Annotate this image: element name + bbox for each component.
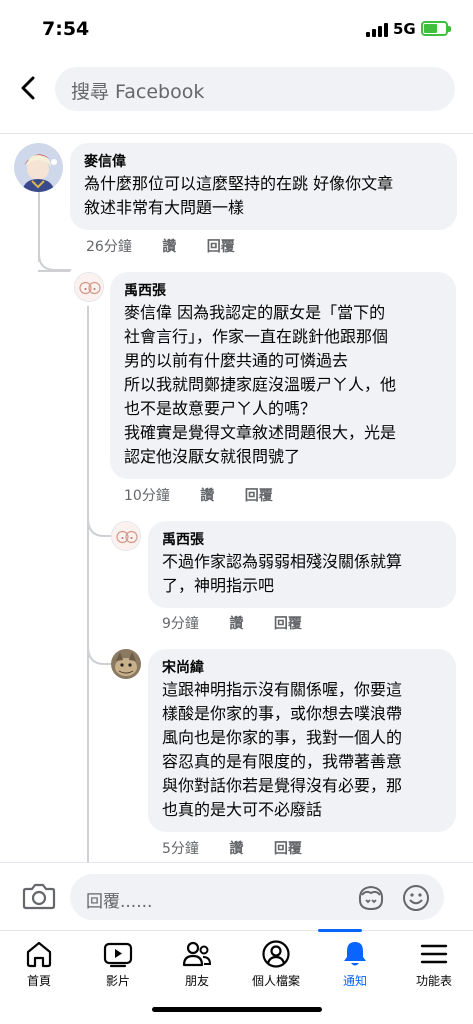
reply-placeholder: 回覆...... xyxy=(86,892,153,912)
emoji-button[interactable] xyxy=(401,883,431,913)
bell-icon xyxy=(344,942,366,966)
nav-label: 個人檔案 xyxy=(251,974,300,988)
comment-meta: 10分鐘 讚 回覆 xyxy=(124,485,299,505)
comment-time: 10分鐘 xyxy=(124,488,170,504)
friends-icon xyxy=(182,941,212,967)
reply-button[interactable]: 回覆 xyxy=(245,488,273,504)
like-button[interactable]: 讚 xyxy=(229,616,243,632)
comment-meta: 5分鐘 讚 回覆 xyxy=(162,838,328,858)
search-placeholder: 搜尋 Facebook xyxy=(71,81,205,103)
comment-author[interactable]: 麥信偉 xyxy=(84,152,443,172)
avatar-sticker-icon xyxy=(358,885,384,911)
nav-label: 影片 xyxy=(105,974,130,988)
smiley-icon xyxy=(403,885,429,911)
home-indicator[interactable] xyxy=(152,1007,322,1012)
comment-text: 這跟神明指示沒有關係喔，你要這 樣酸是你家的事，或你想去噗浪帶 風向也是你家的事… xyxy=(162,680,403,819)
comment-author[interactable]: 禹西張 xyxy=(124,281,442,301)
search-header: 搜尋 Facebook xyxy=(0,58,473,120)
comment-bubble[interactable]: 宋尚緯 這跟神明指示沒有關係喔，你要這 樣酸是你家的事，或你想去噗浪帶 風向也是… xyxy=(148,649,456,832)
status-bar: 7:54 5G xyxy=(0,0,473,58)
divider xyxy=(0,133,473,134)
like-button[interactable]: 讚 xyxy=(229,841,243,857)
avatar[interactable] xyxy=(111,521,141,551)
reply-bar: 回覆...... xyxy=(0,862,473,930)
signal-icon xyxy=(366,23,388,37)
like-button[interactable]: 讚 xyxy=(162,239,176,255)
comment-time: 9分鐘 xyxy=(162,616,199,632)
battery-icon xyxy=(421,21,451,36)
nav-menu[interactable]: 功能表 xyxy=(395,931,473,993)
back-button[interactable] xyxy=(14,70,44,106)
comment-author[interactable]: 禹西張 xyxy=(162,530,442,550)
comment-bubble[interactable]: 禹西張 麥信偉 因為我認定的厭女是「當下的 社會言行」，作家一直在跳針他跟那個 … xyxy=(110,272,456,479)
comment-text: 不過作家認為弱弱相殘沒關係就算 了，神明指示吧 xyxy=(162,552,403,595)
reply-button[interactable]: 回覆 xyxy=(207,239,235,255)
comment-time: 26分鐘 xyxy=(86,239,132,255)
thread-line xyxy=(38,192,40,262)
thread-line xyxy=(87,306,89,866)
nav-label: 首頁 xyxy=(26,974,51,988)
nav-home[interactable]: 首頁 xyxy=(0,931,78,993)
thread-curve xyxy=(38,254,71,271)
reply-button[interactable]: 回覆 xyxy=(274,616,302,632)
avatar-sticker-button[interactable] xyxy=(356,884,386,912)
nav-friends[interactable]: 朋友 xyxy=(158,931,236,993)
chevron-left-icon xyxy=(21,76,35,100)
camera-button[interactable] xyxy=(22,881,56,911)
avatar[interactable] xyxy=(14,143,63,192)
home-icon xyxy=(26,941,52,968)
comment-meta: 9分鐘 讚 回覆 xyxy=(162,613,328,633)
video-icon xyxy=(103,942,133,968)
nav-notifications[interactable]: 通知 xyxy=(316,931,394,993)
thread-curve xyxy=(87,646,112,665)
reply-button[interactable]: 回覆 xyxy=(274,841,302,857)
comment-bubble[interactable]: 禹西張 不過作家認為弱弱相殘沒關係就算 了，神明指示吧 xyxy=(148,521,456,608)
profile-icon xyxy=(262,940,290,968)
thread-curve xyxy=(87,518,112,537)
network-type: 5G xyxy=(393,20,416,38)
nav-label: 通知 xyxy=(342,974,367,988)
avatar[interactable] xyxy=(111,649,141,679)
comment-meta: 26分鐘 讚 回覆 xyxy=(86,236,261,256)
menu-icon xyxy=(420,944,448,964)
nav-label: 朋友 xyxy=(184,974,209,988)
comment-text: 為什麼那位可以這麼堅持的在跳 好像你文章 敘述非常有大問題一樣 xyxy=(84,174,394,217)
comment-time: 5分鐘 xyxy=(162,841,199,857)
camera-icon xyxy=(22,883,56,910)
nav-label: 功能表 xyxy=(415,974,452,988)
comment-author[interactable]: 宋尚緯 xyxy=(162,658,442,678)
comment-text: 麥信偉 因為我認定的厭女是「當下的 社會言行」，作家一直在跳針他跟那個 男的以前… xyxy=(124,303,397,466)
reply-input[interactable]: 回覆...... xyxy=(70,874,444,920)
like-button[interactable]: 讚 xyxy=(200,488,214,504)
comment-bubble[interactable]: 麥信偉 為什麼那位可以這麼堅持的在跳 好像你文章 敘述非常有大問題一樣 xyxy=(70,143,457,230)
nav-profile[interactable]: 個人檔案 xyxy=(237,931,315,993)
avatar[interactable] xyxy=(74,272,104,302)
search-input[interactable]: 搜尋 Facebook xyxy=(55,67,455,111)
status-time: 7:54 xyxy=(42,18,90,40)
nav-video[interactable]: 影片 xyxy=(79,931,157,993)
